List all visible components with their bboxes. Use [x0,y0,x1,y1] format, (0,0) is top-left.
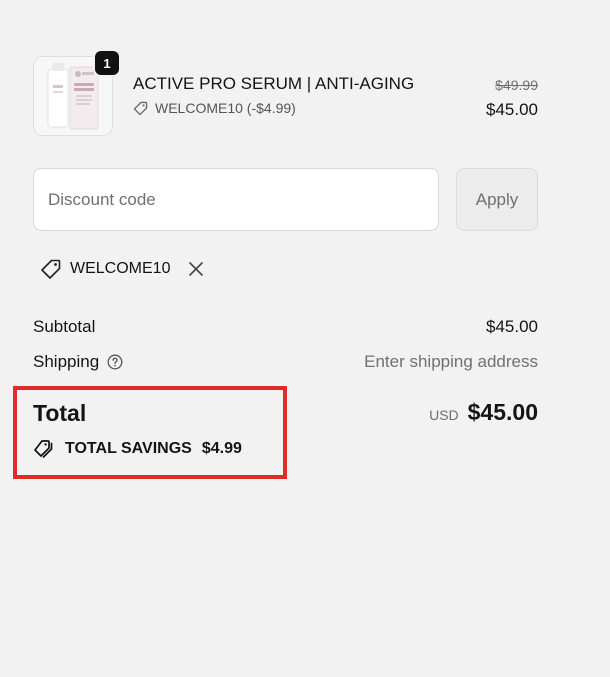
original-price: $49.99 [495,77,538,93]
shipping-label: Shipping [33,352,100,371]
remove-discount-button[interactable] [186,259,206,279]
savings-value: $4.99 [201,440,242,457]
help-icon[interactable] [107,354,123,370]
applied-discount-chip: WELCOME10 [40,254,206,284]
tag-icon [133,101,148,115]
total-value: $45.00 [467,399,538,425]
product-title: ACTIVE PRO SERUM | ANTI-AGING [133,74,415,93]
shipping-value: Enter shipping address [364,352,538,371]
subtotal-value: $45.00 [486,317,538,336]
checkout-order-summary: 1 ACTIVE PRO SERUM | ANTI-AGING WELCOME1… [0,0,610,677]
tag-icon [41,259,61,279]
applied-code-text: WELCOME10 [70,260,171,277]
total-label: Total [33,400,87,426]
subtotal-label: Subtotal [33,317,96,336]
tags-icon [34,440,53,458]
close-icon [189,262,204,276]
apply-button[interactable]: Apply [456,168,538,231]
discount-code-input[interactable] [33,168,439,231]
item-discount: WELCOME10 (-$4.99) [133,100,296,116]
total-savings: TOTAL SAVINGS $4.99 [33,439,242,459]
line-item: 1 ACTIVE PRO SERUM | ANTI-AGING WELCOME1… [33,49,538,139]
savings-label: TOTAL SAVINGS [65,440,192,457]
quantity-badge: 1 [93,49,121,77]
item-price: $45.00 [486,100,538,119]
currency-code: USD [429,407,459,423]
question-circle-icon [107,354,123,370]
item-discount-text: WELCOME10 (-$4.99) [155,100,296,116]
subtotal-row: Subtotal $45.00 [33,317,538,341]
shipping-label-group: Shipping [33,352,123,372]
total-amount: USD $45.00 [429,399,538,426]
shipping-row: Shipping Enter shipping address [33,352,538,376]
